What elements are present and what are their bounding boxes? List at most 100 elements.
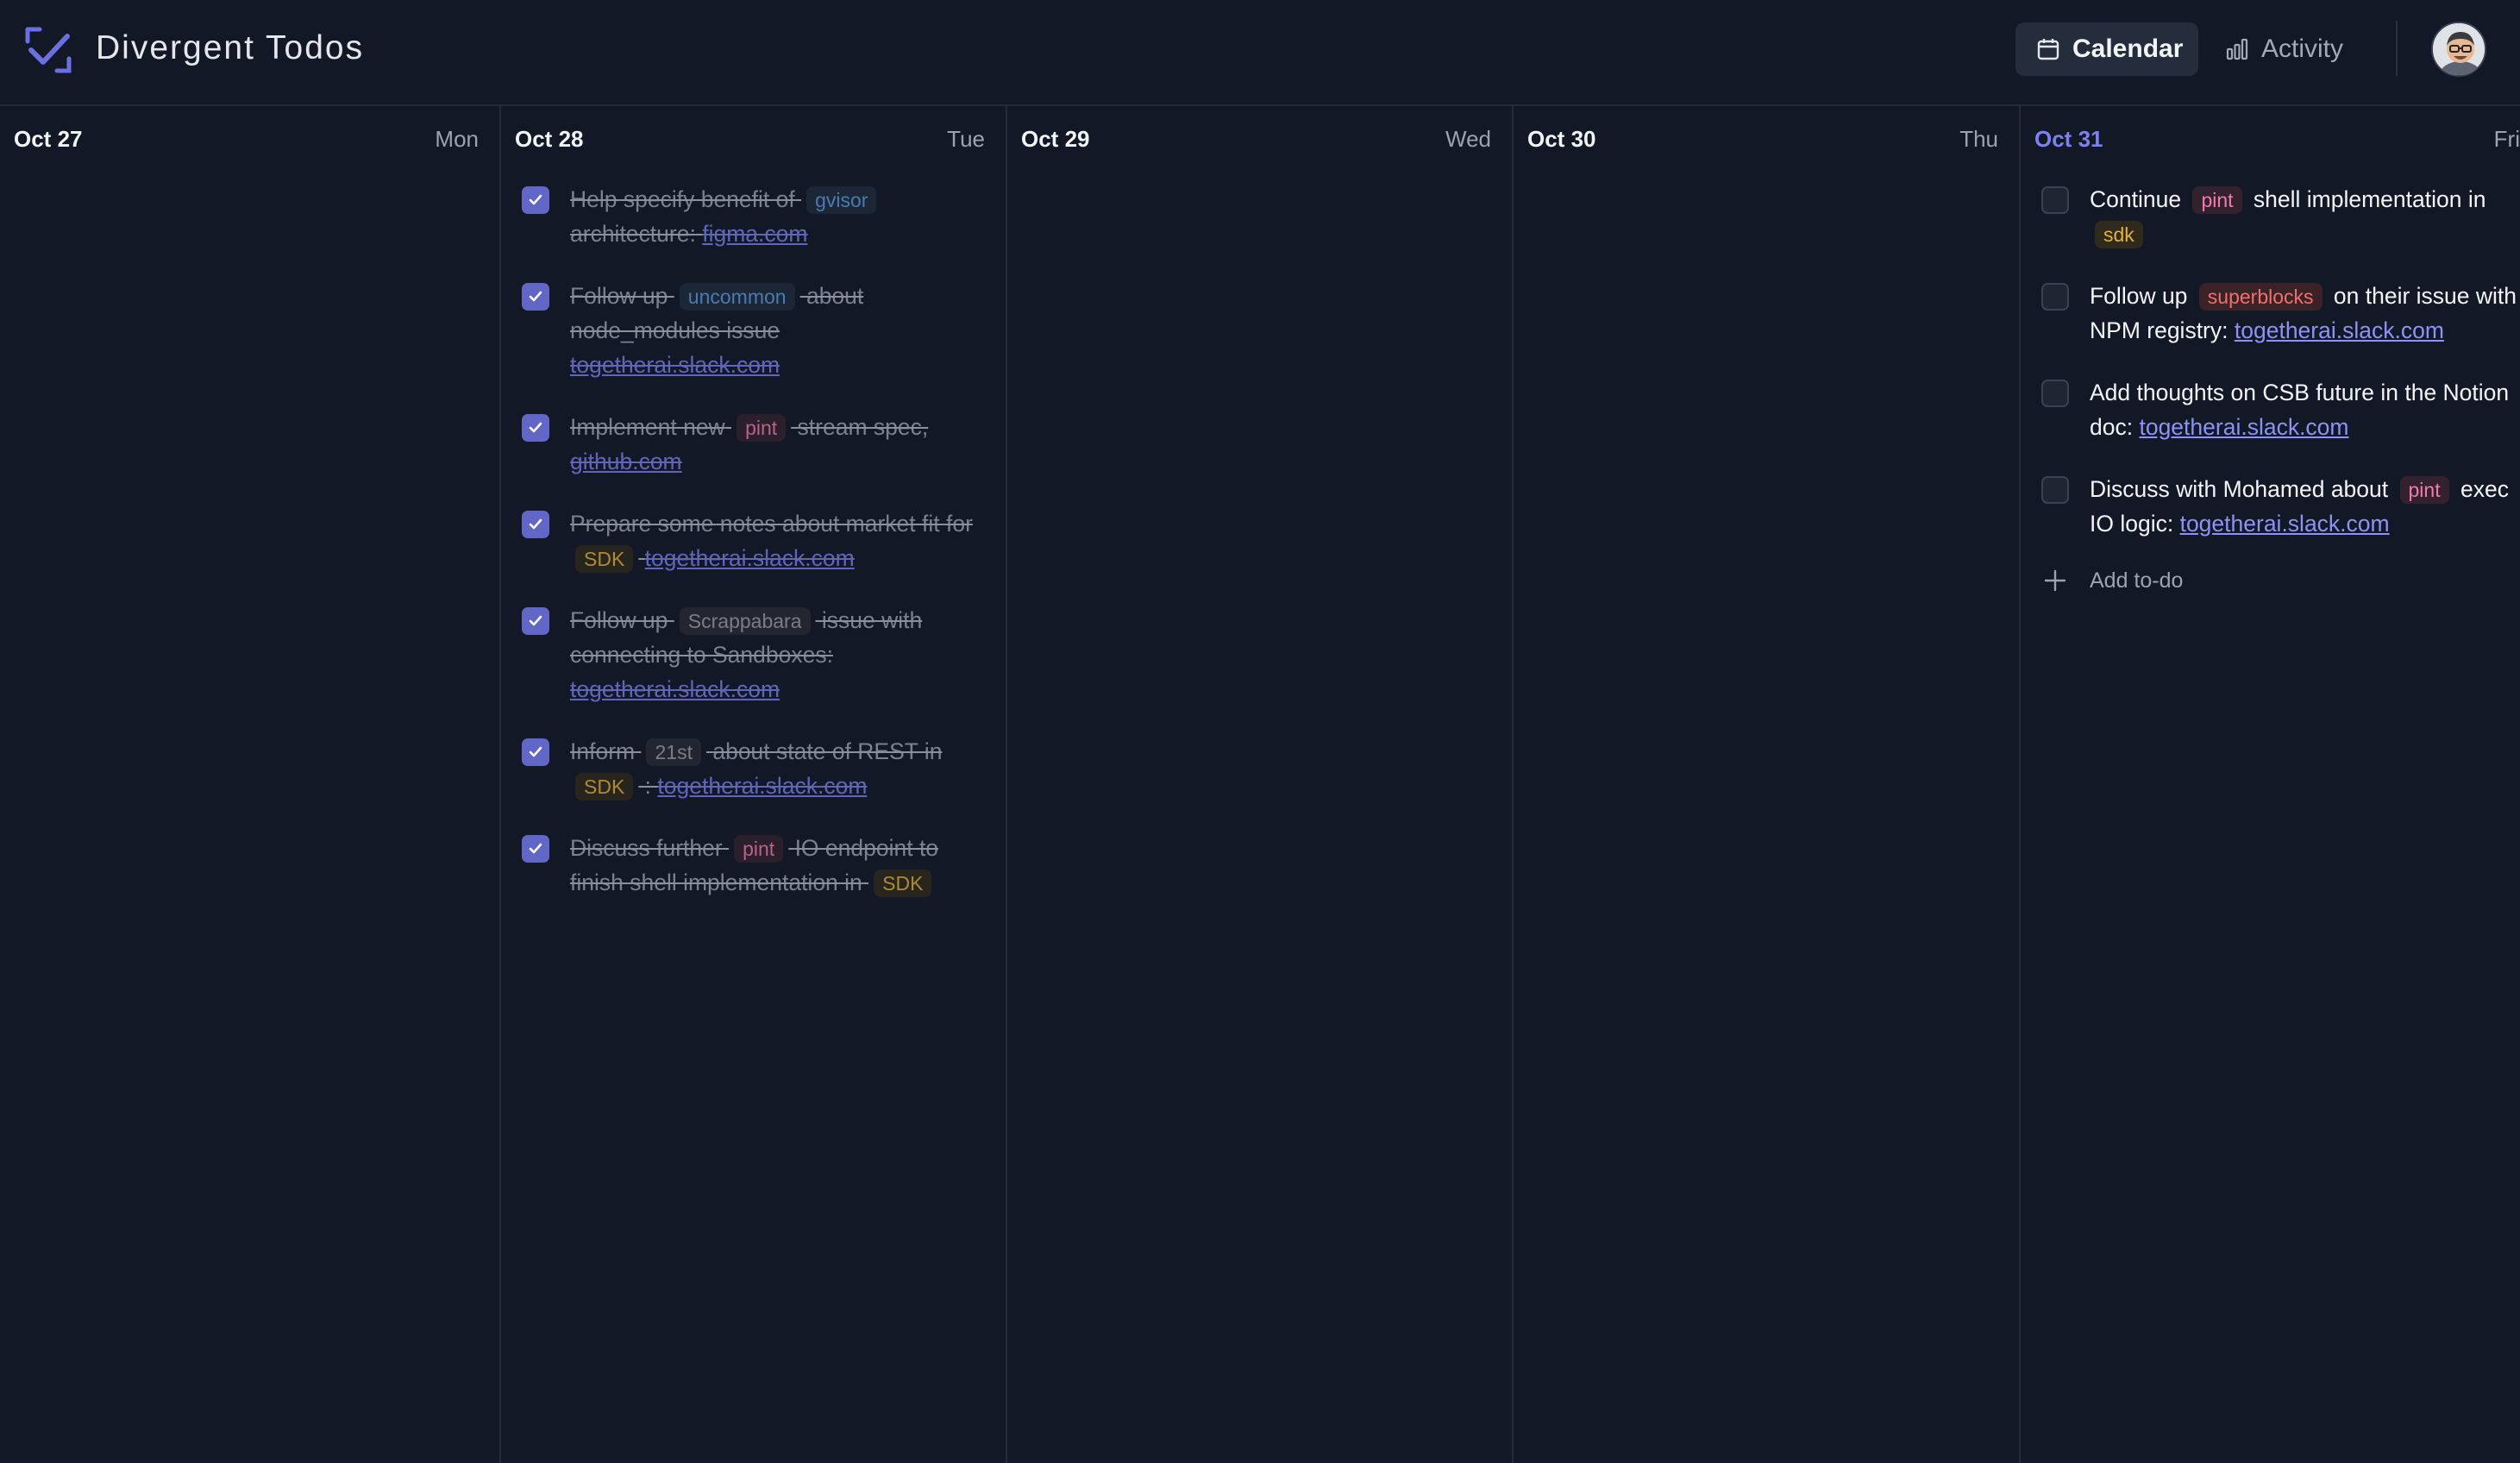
- tag: pint: [737, 414, 787, 442]
- todo-text-segment: Help specify benefit of: [570, 186, 795, 212]
- header-divider: [2396, 21, 2398, 76]
- tag: SDK: [874, 870, 932, 897]
- todo-checkbox[interactable]: [2041, 476, 2069, 504]
- add-todo-button[interactable]: Add to-do: [2041, 567, 2520, 594]
- todo-item[interactable]: Continue pint shell implementation in sd…: [2041, 182, 2520, 251]
- checkmark-icon: [529, 422, 542, 433]
- todo-text: Continue pint shell implementation in sd…: [2090, 182, 2520, 251]
- todo-text: Follow up superblocks on their issue wit…: [2090, 279, 2520, 348]
- todo-link[interactable]: github.com: [570, 449, 682, 474]
- activity-tab[interactable]: Activity: [2204, 22, 2377, 76]
- calendar-icon: [2037, 39, 2059, 60]
- todo-text-segment: stream spec,: [797, 414, 929, 440]
- todo-link[interactable]: togetherai.slack.com: [2235, 317, 2444, 343]
- checkmark-icon: [529, 843, 542, 854]
- todo-text-segment: Follow up: [2090, 283, 2188, 309]
- tag: SDK: [575, 545, 634, 573]
- todo-checkbox[interactable]: [522, 283, 549, 311]
- todo-checkbox[interactable]: [522, 511, 549, 538]
- checkmark-icon: [529, 746, 542, 757]
- tag: pint: [2399, 476, 2449, 504]
- todo-link[interactable]: togetherai.slack.com: [570, 676, 780, 702]
- column-date: Oct 27: [14, 125, 83, 152]
- todo-link[interactable]: togetherai.slack.com: [657, 773, 867, 799]
- todo-link[interactable]: togetherai.slack.com: [645, 545, 855, 571]
- tag: uncommon: [679, 283, 795, 311]
- todo-list: Help specify benefit of gvisor architect…: [522, 182, 988, 927]
- todo-list: Continue pint shell implementation in sd…: [2041, 182, 2520, 594]
- todo-item[interactable]: Follow up uncommon about node_modules is…: [522, 279, 988, 382]
- todo-link[interactable]: togetherai.slack.com: [2180, 511, 2390, 537]
- todo-text-segment: shell implementation in: [2253, 186, 2486, 212]
- todo-text-segment: architecture:: [570, 221, 696, 247]
- tag: pint: [2192, 186, 2242, 214]
- todo-checkbox[interactable]: [2041, 380, 2069, 407]
- plus-icon: [2044, 569, 2066, 592]
- todo-text-segment: Discuss with Mohamed about: [2090, 476, 2389, 502]
- checkmark-icon: [529, 518, 542, 530]
- day-column-oct-29: Oct 29 Wed: [1007, 106, 1514, 1463]
- column-weekday: Wed: [1445, 125, 1491, 152]
- tag: 21st: [646, 738, 701, 766]
- todo-item[interactable]: Add thoughts on CSB future in the Notion…: [2041, 375, 2520, 444]
- todo-text-segment: Continue: [2090, 186, 2182, 212]
- app-title: Divergent Todos: [96, 29, 365, 66]
- column-date: Oct 28: [515, 125, 584, 152]
- day-column-oct-31: Oct 31 Fri Continue pint shell implement…: [2021, 106, 2520, 1463]
- todo-item[interactable]: Discuss further pint IO endpoint to fini…: [522, 831, 988, 900]
- bar-chart-icon: [2226, 38, 2248, 60]
- column-weekday: Mon: [435, 125, 479, 152]
- column-date: Oct 30: [1527, 125, 1596, 152]
- todo-text-segment: Discuss further: [570, 835, 723, 861]
- todo-checkbox[interactable]: [2041, 283, 2069, 311]
- todo-text: Help specify benefit of gvisor architect…: [570, 182, 988, 251]
- checkmark-icon: [529, 194, 542, 205]
- calendar-tab-label: Calendar: [2072, 35, 2184, 63]
- todo-text-segment: Inform: [570, 738, 636, 764]
- column-weekday: Tue: [947, 125, 985, 152]
- todo-link[interactable]: togetherai.slack.com: [570, 352, 780, 378]
- activity-tab-label: Activity: [2261, 35, 2344, 63]
- todo-text: Implement new pint stream spec, github.c…: [570, 410, 988, 479]
- tag: gvisor: [806, 186, 877, 214]
- todo-item[interactable]: Help specify benefit of gvisor architect…: [522, 182, 988, 251]
- todo-link[interactable]: figma.com: [702, 221, 807, 247]
- todo-item[interactable]: Follow up Scrappabara issue with connect…: [522, 603, 988, 706]
- todo-text-segment: Implement new: [570, 414, 725, 440]
- todo-text: Inform 21st about state of REST in SDK :…: [570, 734, 988, 803]
- todo-checkbox[interactable]: [522, 607, 549, 635]
- todo-checkbox[interactable]: [522, 738, 549, 766]
- todo-checkbox[interactable]: [522, 835, 549, 863]
- todo-text-segment: Prepare some notes about market fit for: [570, 511, 973, 537]
- calendar-tab[interactable]: Calendar: [2015, 22, 2198, 76]
- check-logo-icon: [25, 27, 72, 73]
- day-column-oct-30: Oct 30 Thu: [1514, 106, 2021, 1463]
- todo-text-segment: Follow up: [570, 607, 668, 633]
- checkmark-icon: [529, 291, 542, 302]
- column-date: Oct 29: [1021, 125, 1090, 152]
- day-column-oct-28: Oct 28 Tue Help specify benefit of gviso…: [501, 106, 1007, 1463]
- column-weekday: Thu: [1959, 125, 1998, 152]
- todo-item[interactable]: Inform 21st about state of REST in SDK :…: [522, 734, 988, 803]
- todo-text: Follow up Scrappabara issue with connect…: [570, 603, 988, 706]
- todo-text: Discuss with Mohamed about pint exec IO …: [2090, 472, 2520, 541]
- tag: pint: [734, 835, 784, 863]
- todo-checkbox[interactable]: [522, 186, 549, 214]
- todo-link[interactable]: togetherai.slack.com: [2139, 414, 2348, 440]
- todo-item[interactable]: Prepare some notes about market fit for …: [522, 506, 988, 575]
- tag: superblocks: [2198, 283, 2323, 311]
- todo-text-segment: about state of REST in: [712, 738, 943, 764]
- todo-item[interactable]: Discuss with Mohamed about pint exec IO …: [2041, 472, 2520, 541]
- todo-text: Add thoughts on CSB future in the Notion…: [2090, 375, 2520, 444]
- todo-item[interactable]: Implement new pint stream spec, github.c…: [522, 410, 988, 479]
- todo-item[interactable]: Follow up superblocks on their issue wit…: [2041, 279, 2520, 348]
- add-todo-label: Add to-do: [2090, 568, 2184, 593]
- todo-checkbox[interactable]: [522, 414, 549, 442]
- tag: Scrappabara: [679, 607, 811, 635]
- tag: SDK: [575, 773, 634, 801]
- todo-text: Discuss further pint IO endpoint to fini…: [570, 831, 988, 900]
- todo-checkbox[interactable]: [2041, 186, 2069, 214]
- todo-text-segment: Follow up: [570, 283, 668, 309]
- user-avatar-icon: [2433, 23, 2485, 75]
- avatar[interactable]: [2431, 22, 2486, 77]
